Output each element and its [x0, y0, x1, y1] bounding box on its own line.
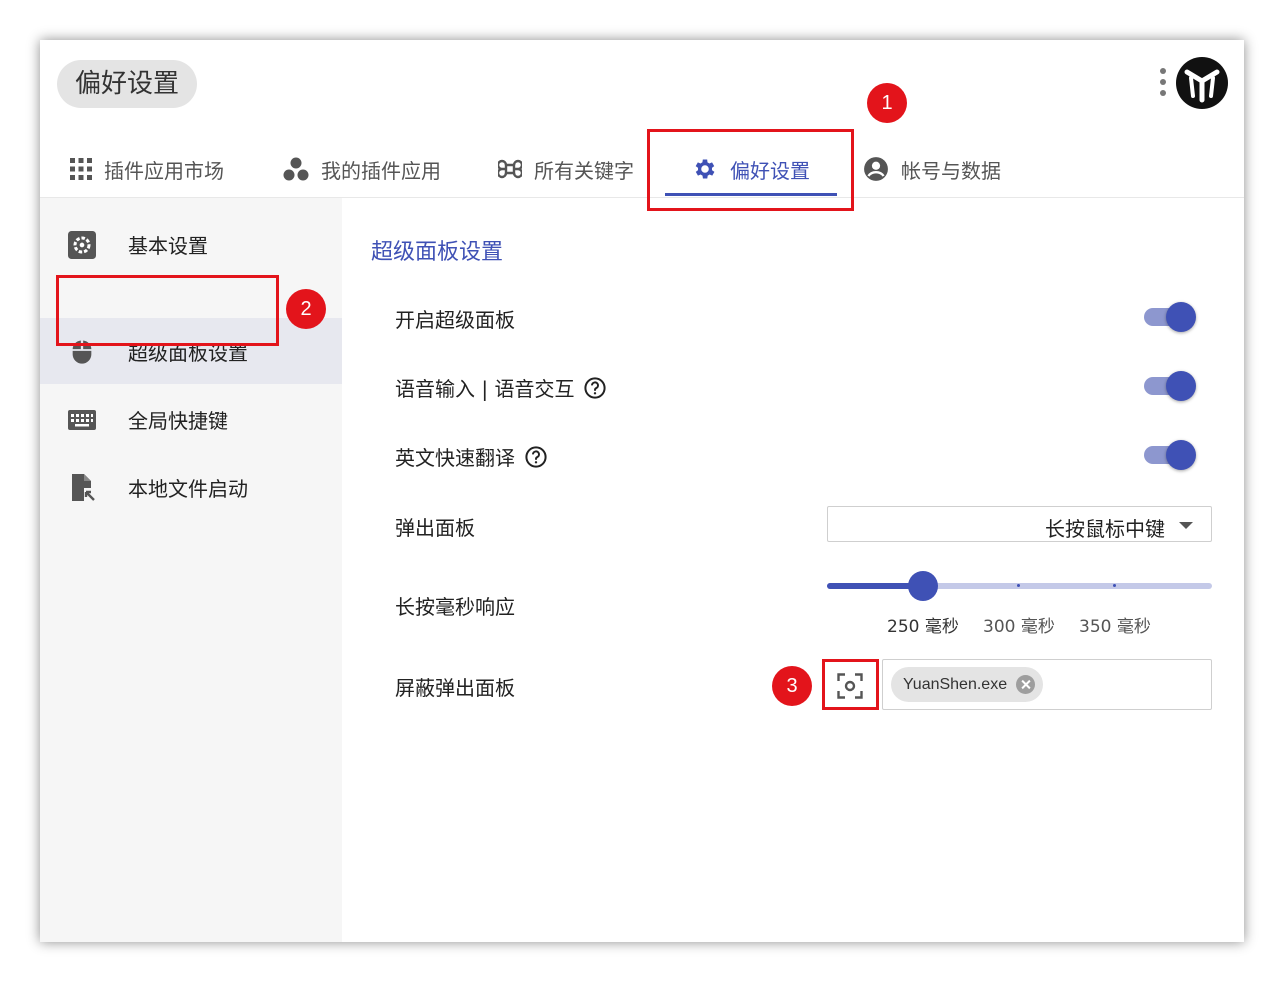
setting-label-block: 屏蔽弹出面板: [395, 676, 515, 700]
annotation-badge-3: 3: [772, 666, 812, 706]
setting-label-translate: 英文快速翻译: [395, 446, 515, 470]
setting-label-voice: 语音输入 | 语音交互: [395, 377, 575, 401]
help-circle-icon[interactable]: [584, 376, 607, 399]
setting-label-long-press: 长按毫秒响应: [395, 595, 515, 619]
apps-grid-icon: [70, 158, 92, 180]
annotation-badge-2: 2: [286, 289, 326, 329]
chip-label: YuanShen.exe: [903, 676, 1008, 693]
popup-trigger-select[interactable]: 长按鼠标中键: [827, 506, 1212, 542]
slider-mark-label: 350 毫秒: [1079, 617, 1151, 637]
sidebar-item-local-file-launch[interactable]: 本地文件启动: [40, 454, 342, 520]
slider-thumb[interactable]: [908, 571, 938, 601]
sidebar-item-label: 基本设置: [128, 233, 208, 258]
annotation-box-2: [56, 275, 279, 346]
slider-mark-label: 250 毫秒: [887, 617, 959, 637]
tab-label: 所有关键字: [534, 158, 634, 183]
setting-row-voice: 语音输入 | 语音交互: [395, 373, 607, 402]
setting-label-popup: 弹出面板: [395, 516, 475, 540]
sidebar-item-label: 全局快捷键: [128, 408, 228, 433]
file-launch-icon: [72, 474, 95, 501]
window-title: 偏好设置: [57, 60, 198, 108]
tab-bar: 插件应用市场 我的插件应用 所有关键字 偏好设置 帐号与数据: [40, 140, 1244, 198]
tab-account-data[interactable]: 帐号与数据: [863, 140, 1001, 198]
tab-label: 我的插件应用: [321, 158, 441, 183]
slider-tick: [1113, 584, 1116, 587]
toggle-knob: [1166, 440, 1196, 470]
annotation-box-1: [647, 129, 854, 211]
sidebar-item-global-shortcuts[interactable]: 全局快捷键: [40, 386, 342, 452]
tab-my-plugins[interactable]: 我的插件应用: [283, 140, 441, 198]
slider-tick: [1017, 584, 1020, 587]
select-value: 长按鼠标中键: [1045, 517, 1165, 541]
tab-label: 插件应用市场: [104, 158, 224, 183]
chevron-down-icon: [1179, 522, 1193, 529]
toggle-voice[interactable]: [1142, 368, 1200, 404]
toggle-knob: [1166, 302, 1196, 332]
toggle-translate[interactable]: [1142, 437, 1200, 473]
command-key-icon: [498, 159, 522, 179]
sidebar-item-basic-settings[interactable]: 基本设置: [40, 211, 342, 277]
blocked-app-chip: YuanShen.exe: [891, 667, 1044, 702]
sidebar-item-label: 本地文件启动: [128, 476, 248, 501]
account-circle-icon: [864, 157, 888, 181]
section-title: 超级面板设置: [371, 240, 504, 265]
chip-remove-icon[interactable]: [1016, 675, 1036, 694]
toggle-enable-panel[interactable]: [1142, 299, 1200, 335]
bubbles-icon: [283, 157, 309, 181]
more-vertical-icon[interactable]: [1158, 68, 1168, 102]
tab-plugin-market[interactable]: 插件应用市场: [70, 140, 224, 198]
setting-row-translate: 英文快速翻译: [395, 442, 547, 471]
slider-mark-label: 300 毫秒: [983, 617, 1055, 637]
annotation-badge-1: 1: [867, 83, 907, 123]
help-circle-icon[interactable]: [525, 445, 547, 468]
tab-label: 帐号与数据: [901, 158, 1001, 183]
annotation-box-3: [822, 659, 879, 710]
app-logo-avatar[interactable]: [1175, 56, 1229, 110]
blocked-apps-field[interactable]: YuanShen.exe: [882, 659, 1212, 710]
toggle-knob: [1166, 371, 1196, 401]
setting-label-enable-panel: 开启超级面板: [395, 308, 515, 332]
preferences-window: 偏好设置 插件应用市场 我的插件应用 所有关键字 偏好设置 帐号与数据 基本设置…: [40, 40, 1244, 942]
keyboard-icon: [68, 410, 96, 430]
tab-all-keywords[interactable]: 所有关键字: [498, 140, 634, 198]
long-press-slider[interactable]: [827, 568, 1212, 604]
settings-box-icon: [68, 231, 96, 259]
